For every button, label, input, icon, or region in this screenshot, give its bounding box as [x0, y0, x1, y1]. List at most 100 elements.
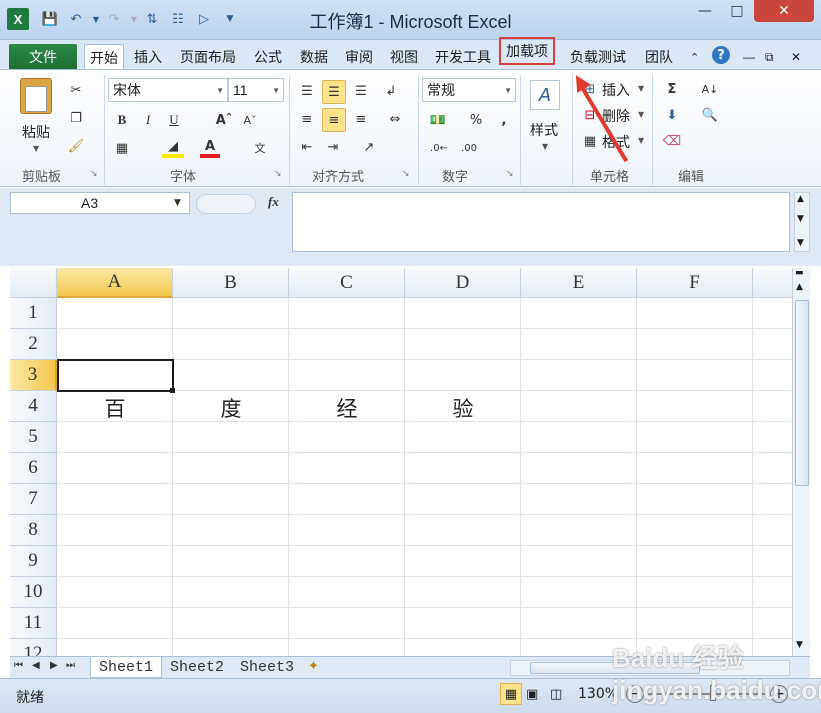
tab-team[interactable]: 团队	[640, 44, 678, 70]
bold-button[interactable]: B	[112, 110, 132, 130]
column-header-d[interactable]: D	[405, 268, 521, 298]
row-header[interactable]: 9	[10, 546, 57, 577]
autosum-icon[interactable]: Σ	[662, 80, 682, 98]
tab-developer[interactable]: 开发工具	[430, 44, 496, 70]
row-header[interactable]: 1	[10, 298, 57, 329]
name-box[interactable]: A3	[10, 192, 190, 214]
cell-a4[interactable]: 百	[57, 392, 173, 423]
orientation-icon[interactable]: ↗	[358, 136, 380, 158]
active-cell-a3[interactable]	[57, 359, 174, 392]
font-size-select[interactable]: 11 ▼	[228, 78, 284, 102]
formula-input[interactable]	[292, 192, 790, 252]
clipboard-launcher-icon[interactable]: ↘	[90, 169, 98, 179]
tab-review[interactable]: 审阅	[340, 44, 378, 70]
insert-cells-button[interactable]: 插入	[602, 80, 630, 100]
paste-dropdown-icon[interactable]: ▼	[33, 144, 39, 153]
merge-center-icon[interactable]: ⇔	[380, 108, 410, 130]
decrease-font-icon[interactable]: Aˇ	[240, 110, 260, 130]
row-header[interactable]: 10	[10, 577, 57, 608]
column-header-b[interactable]: B	[173, 268, 289, 298]
row-header[interactable]: 6	[10, 453, 57, 484]
tab-insert[interactable]: 插入	[129, 44, 167, 70]
number-launcher-icon[interactable]: ↘	[506, 169, 514, 179]
increase-font-icon[interactable]: Aˆ	[214, 110, 234, 130]
prev-sheet-icon[interactable]: ◀	[32, 660, 40, 671]
chevron-down-icon[interactable]: ▼	[638, 84, 644, 93]
format-painter-icon[interactable]: 🖌	[66, 136, 86, 156]
page-layout-view-icon[interactable]: ▣	[526, 687, 538, 702]
copy-icon[interactable]: ❐	[66, 108, 86, 128]
tab-page-layout[interactable]: 页面布局	[175, 44, 241, 70]
clear-icon[interactable]: ⌫	[662, 132, 682, 150]
align-bottom-icon[interactable]: ☰	[350, 80, 372, 102]
column-header-f[interactable]: F	[637, 268, 753, 298]
sheet-tab-1[interactable]: Sheet1	[90, 657, 163, 678]
scroll-up-icon[interactable]: ▲	[796, 282, 803, 292]
column-header-a[interactable]: A	[57, 268, 173, 298]
percent-icon[interactable]: %	[466, 110, 486, 130]
cell-d4[interactable]: 验	[405, 392, 521, 423]
border-icon[interactable]: ▦	[112, 138, 132, 158]
doc-close-button[interactable]: ✕	[786, 44, 806, 70]
tab-view[interactable]: 视图	[385, 44, 423, 70]
column-header-c[interactable]: C	[289, 268, 405, 298]
maximize-button[interactable]: □	[722, 0, 752, 22]
styles-icon[interactable]: A	[530, 80, 560, 110]
cut-icon[interactable]: ✂	[66, 80, 86, 100]
increase-indent-icon[interactable]: ⇥	[322, 136, 344, 158]
underline-button[interactable]: U	[164, 110, 184, 130]
minimize-ribbon-icon[interactable]: ⌃	[685, 44, 704, 70]
page-break-view-icon[interactable]: ◫	[550, 687, 562, 702]
styles-dropdown-icon[interactable]: ▼	[542, 142, 548, 151]
formula-collapse-icon[interactable]: ▼	[797, 238, 804, 248]
row-header[interactable]: 4	[10, 391, 57, 422]
chevron-down-icon[interactable]: ▼	[638, 136, 644, 145]
row-header[interactable]: 3	[10, 360, 57, 391]
decrease-decimal-icon[interactable]: .00	[456, 138, 482, 158]
column-header-g[interactable]	[753, 268, 792, 298]
doc-minimize-button[interactable]: —	[738, 44, 760, 70]
help-icon[interactable]: ?	[712, 46, 730, 64]
minimize-button[interactable]: —	[690, 0, 720, 22]
row-header[interactable]: 11	[10, 608, 57, 639]
cell-c4[interactable]: 经	[289, 392, 405, 423]
fill-color-icon[interactable]: ◢	[162, 138, 184, 158]
increase-decimal-icon[interactable]: .0←	[426, 138, 452, 158]
cell-b4[interactable]: 度	[173, 392, 289, 423]
phonetic-icon[interactable]: 文	[248, 138, 272, 158]
font-color-icon[interactable]: A	[200, 138, 220, 158]
font-launcher-icon[interactable]: ↘	[274, 169, 282, 179]
insert-function-icon[interactable]: fx	[268, 194, 279, 210]
sort-filter-icon[interactable]: A↓	[698, 80, 722, 98]
row-header[interactable]: 2	[10, 329, 57, 360]
worksheet-grid[interactable]: A B C D E F 1 2 3 4 5 6 7 8 9 10 11 12 百…	[10, 268, 792, 656]
normal-view-icon[interactable]: ▦	[500, 683, 522, 705]
find-select-icon[interactable]: 🔍	[698, 106, 722, 124]
align-middle-icon[interactable]: ☰	[322, 80, 346, 104]
paste-button[interactable]: 粘贴	[22, 122, 50, 142]
name-box-dropdown-icon[interactable]: ▼	[174, 198, 181, 208]
last-sheet-icon[interactable]: ⏭	[66, 660, 75, 671]
font-family-select[interactable]: 宋体 ▼	[108, 78, 228, 102]
select-all-corner[interactable]	[10, 268, 57, 298]
format-cells-icon[interactable]: ▦	[580, 132, 600, 150]
new-sheet-icon[interactable]: ✦	[308, 659, 319, 674]
wrap-text-icon[interactable]: ↲	[380, 80, 402, 102]
align-left-icon[interactable]: ≡	[296, 108, 318, 130]
formula-expand-handle[interactable]	[196, 194, 256, 214]
tab-addins[interactable]: 加载项	[499, 37, 555, 65]
sheet-tab-2[interactable]: Sheet2	[162, 657, 232, 678]
alignment-launcher-icon[interactable]: ↘	[402, 169, 410, 179]
chevron-down-icon[interactable]: ▼	[638, 110, 644, 119]
sheet-tab-3[interactable]: Sheet3	[232, 657, 302, 678]
row-header[interactable]: 12	[10, 639, 57, 656]
styles-button[interactable]: 样式	[530, 120, 558, 140]
decrease-indent-icon[interactable]: ⇤	[296, 136, 318, 158]
row-header[interactable]: 7	[10, 484, 57, 515]
vertical-scrollbar[interactable]: ▬ ▲ ▼	[792, 268, 810, 656]
fill-icon[interactable]: ⬇	[662, 106, 682, 124]
number-format-select[interactable]: 常规 ▼	[422, 78, 516, 102]
comma-icon[interactable]: ,	[494, 110, 514, 130]
doc-restore-button[interactable]: ⧉	[760, 44, 779, 70]
align-center-icon[interactable]: ≡	[322, 108, 346, 132]
